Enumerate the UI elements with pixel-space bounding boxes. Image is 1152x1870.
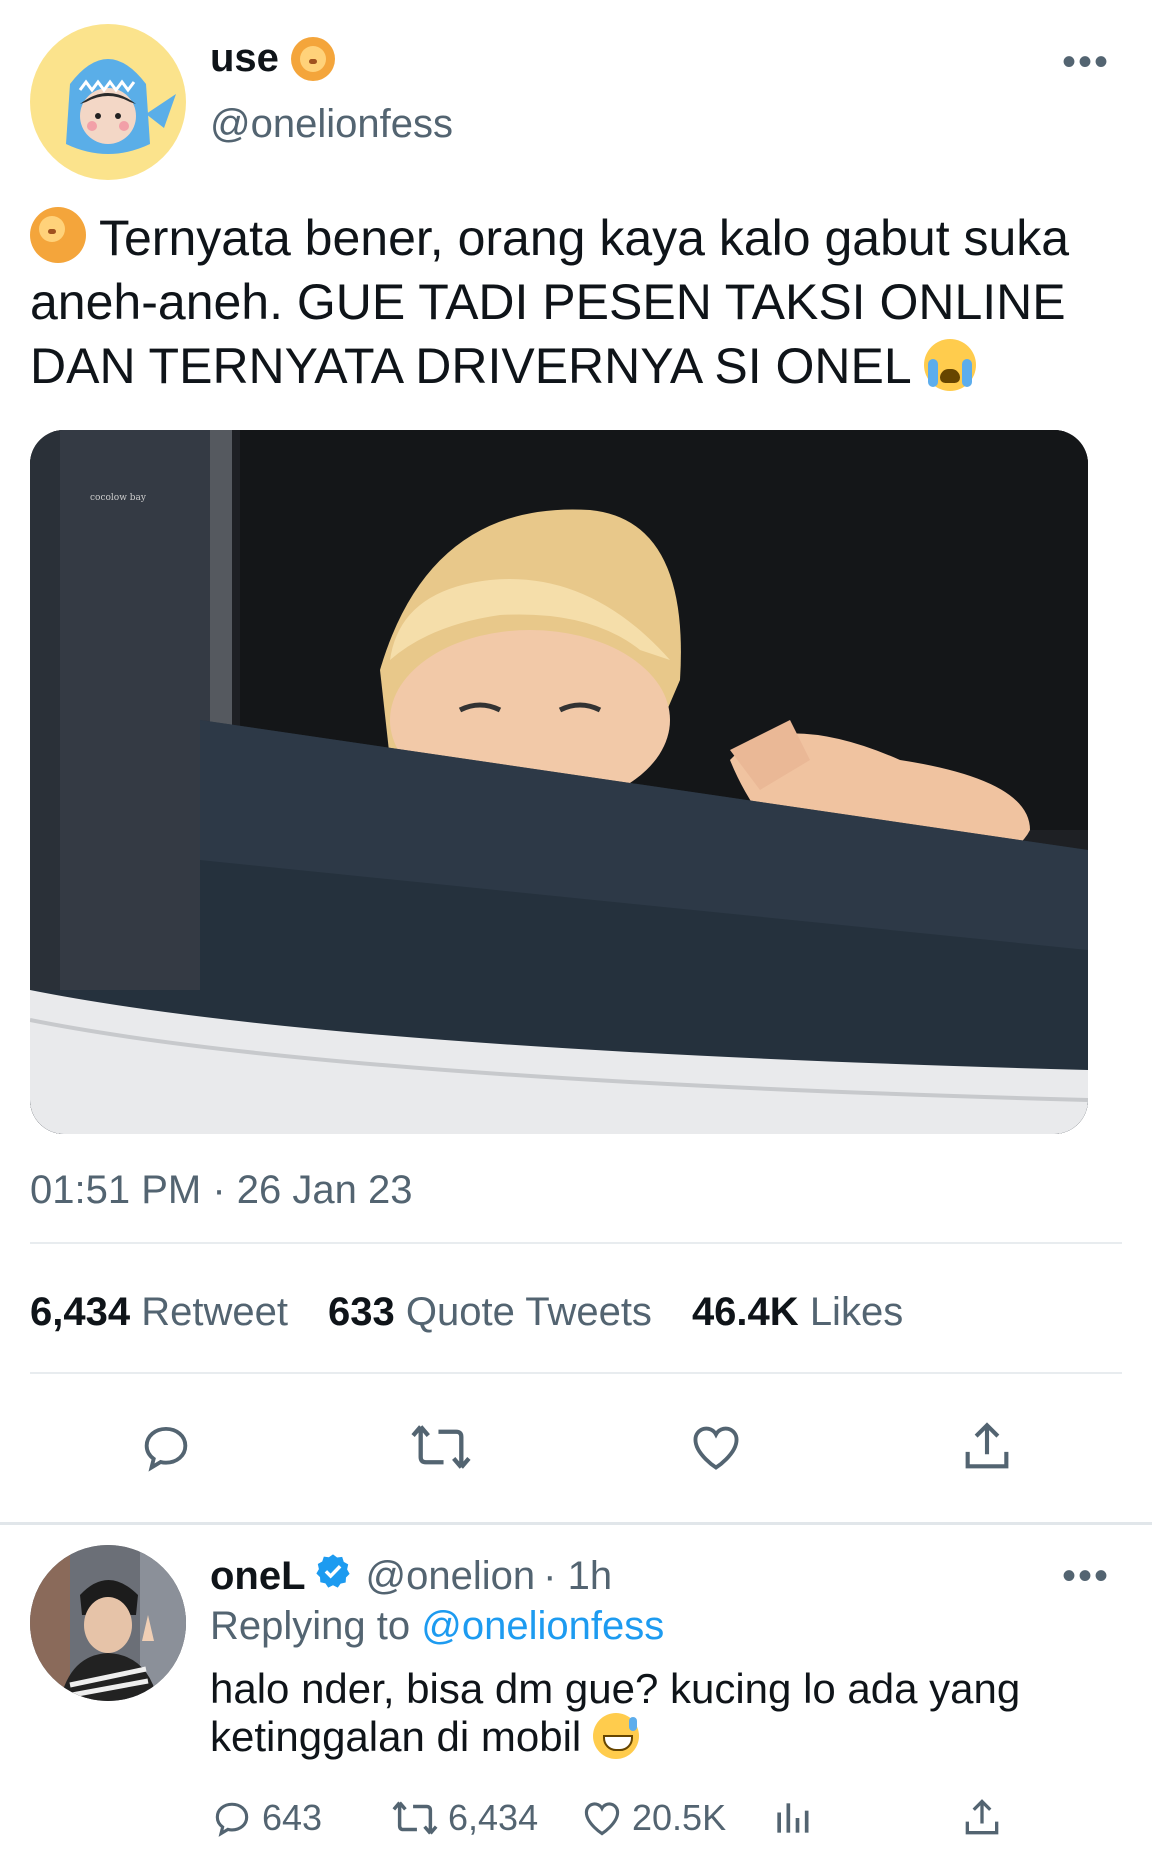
replying-prefix: Replying to [210, 1604, 411, 1648]
reply-header: oneL @onelion · 1h [210, 1552, 612, 1600]
divider [30, 1242, 1122, 1244]
retweets-stat[interactable]: 6,434 Retweet [30, 1290, 288, 1335]
tweet-stats: 6,434 Retweet 633 Quote Tweets 46.4K Lik… [30, 1290, 903, 1335]
reply-reply-button[interactable]: 643 [210, 1796, 390, 1840]
share-icon[interactable] [958, 1418, 1016, 1476]
reply-actions: 643 6,434 20.5K [210, 1796, 1040, 1840]
retweets-count: 6,434 [30, 1290, 131, 1334]
tweet-timestamp[interactable]: 01:51 PM · 26 Jan 23 [30, 1168, 412, 1213]
likes-stat[interactable]: 46.4K Likes [692, 1290, 903, 1335]
tweet-text: Ternyata bener, orang kaya kalo gabut su… [30, 206, 1140, 398]
reply-retweet-button[interactable]: 6,434 [390, 1796, 580, 1840]
reply-text: halo nder, bisa dm gue? kucing lo ada ya… [210, 1665, 1110, 1761]
quotes-count: 633 [327, 1290, 395, 1334]
sweat-smile-emoji-icon [592, 1713, 639, 1759]
replying-handle-link[interactable]: @onelionfess [421, 1604, 664, 1648]
author-name-row: use [210, 36, 335, 81]
reply-icon[interactable] [137, 1418, 195, 1476]
more-icon[interactable]: ••• [1062, 42, 1110, 82]
replying-to: Replying to @onelionfess [210, 1604, 664, 1649]
reply-time[interactable]: · 1h [543, 1554, 612, 1599]
reply-author-avatar[interactable] [30, 1545, 186, 1701]
quotes-label: Quote Tweets [405, 1290, 652, 1334]
retweets-label: Retweet [141, 1290, 288, 1334]
quotes-stat[interactable]: 633 Quote Tweets [328, 1290, 652, 1335]
svg-text:cocolow bay: cocolow bay [90, 493, 147, 503]
crying-emoji-icon [923, 339, 976, 391]
tweet-photo[interactable]: cocolow bay [30, 430, 1088, 1134]
tweet-body: Ternyata bener, orang kaya kalo gabut su… [30, 210, 1070, 394]
reply-icon [215, 1802, 249, 1837]
retweet-icon[interactable] [408, 1418, 474, 1476]
reply-like-button[interactable]: 20.5K [580, 1796, 770, 1840]
author-avatar[interactable] [30, 24, 186, 180]
lion-emoji-icon [30, 207, 86, 263]
reply-replies-count: 643 [262, 1797, 323, 1838]
tweet-actions [30, 1418, 1122, 1476]
share-icon[interactable] [960, 1796, 1004, 1840]
reply-handle[interactable]: @onelion [366, 1554, 536, 1599]
author-handle[interactable]: @onelionfess [210, 102, 453, 147]
analytics-icon[interactable] [770, 1796, 960, 1840]
more-icon[interactable]: ••• [1062, 1556, 1110, 1596]
author-display-name[interactable]: use [210, 36, 279, 81]
like-icon[interactable] [687, 1418, 745, 1476]
reply-likes-count: 20.5K [632, 1797, 727, 1838]
likes-label: Likes [809, 1290, 904, 1334]
like-icon [584, 1802, 620, 1836]
reply-retweets-count: 6,434 [448, 1797, 539, 1838]
verified-badge-icon [314, 1552, 352, 1600]
divider [30, 1372, 1122, 1374]
section-divider [0, 1522, 1152, 1525]
likes-count: 46.4K [691, 1290, 799, 1334]
retweet-icon [392, 1801, 438, 1835]
reply-display-name[interactable]: oneL [210, 1554, 306, 1599]
lion-emoji-icon [290, 36, 335, 81]
